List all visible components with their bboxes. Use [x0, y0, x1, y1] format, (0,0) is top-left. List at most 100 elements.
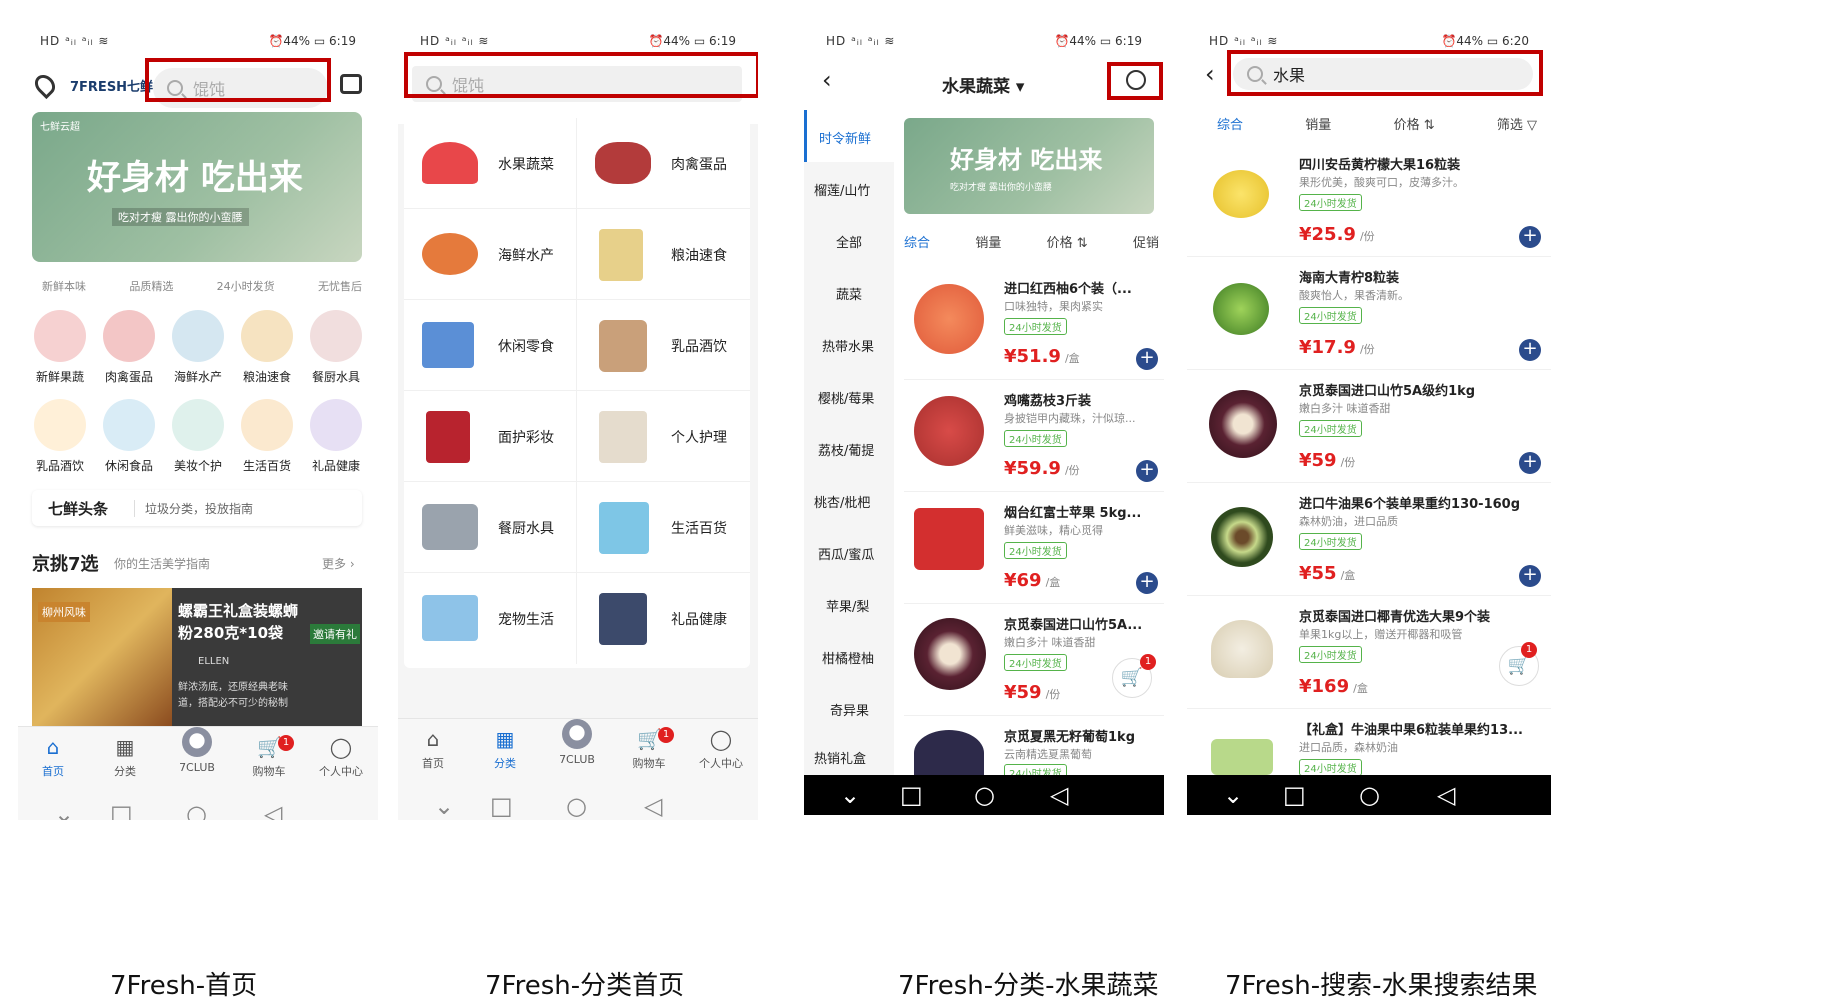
recents-icon[interactable]: □	[490, 792, 513, 820]
back-triangle-icon[interactable]: ◁	[1437, 781, 1455, 809]
category-banner[interactable]: 好身材 吃出来 吃对才瘦 露出你的小蛮腰	[904, 118, 1154, 214]
nav-category[interactable]: ▦ 分类	[90, 735, 160, 779]
nav-category[interactable]: ▦ 分类	[470, 727, 540, 771]
home-circle-icon[interactable]: ○	[186, 800, 207, 820]
nav-me[interactable]: ◯ 个人中心	[306, 735, 376, 779]
product-row[interactable]: 四川安岳黄柠檬大果16粒装 果形优美，酸爽可口，皮薄多汁。 24小时发货 ¥25…	[1187, 144, 1551, 257]
category-cell[interactable]: 休闲零食	[404, 300, 577, 391]
product-row[interactable]: 【礼盒】牛油果中果6粒装单果约13... 进口品质，森林奶油 24小时发货	[1187, 709, 1551, 776]
product-row[interactable]: 鸡嘴荔枝3斤装 身披铠甲内藏珠，汁似琼... 24小时发货 ¥59.9/份 +	[904, 380, 1164, 492]
sidebar-item[interactable]: 西瓜/蜜瓜	[804, 526, 894, 578]
product-row[interactable]: 海南大青柠8粒装 酸爽怡人，果香清新。 24小时发货 ¥17.9/份 +	[1187, 257, 1551, 370]
category-item[interactable]: 新鲜果蔬	[28, 310, 92, 385]
category-cell[interactable]: 个人护理	[577, 391, 750, 482]
product-row[interactable]: 京觅夏黑无籽葡萄1kg 云南精选夏黑葡萄 24小时发货	[904, 716, 1164, 781]
location-icon[interactable]	[30, 70, 60, 100]
category-cell[interactable]: 水果蔬菜	[404, 118, 577, 209]
nav-cart[interactable]: 🛒 购物车 1	[234, 735, 304, 779]
sort-tab[interactable]: 销量	[975, 232, 1001, 251]
back-triangle-icon[interactable]: ◁	[264, 800, 282, 820]
sort-tab-active[interactable]: 综合	[1217, 114, 1243, 133]
page-title[interactable]: 水果蔬菜 ▾	[942, 72, 1024, 97]
category-item[interactable]: 乳品酒饮	[28, 399, 92, 474]
add-to-cart-button[interactable]: +	[1519, 226, 1541, 248]
category-item[interactable]: 礼品健康	[304, 399, 368, 474]
home-circle-icon[interactable]: ○	[566, 792, 587, 820]
category-item[interactable]: 休闲食品	[97, 399, 161, 474]
add-to-cart-button[interactable]: +	[1519, 565, 1541, 587]
back-triangle-icon[interactable]: ◁	[644, 792, 662, 820]
category-item[interactable]: 生活百货	[235, 399, 299, 474]
category-item[interactable]: 海鲜水产	[166, 310, 230, 385]
product-row[interactable]: 烟台红富士苹果 5kg... 鲜美滋味，精心觅得 24小时发货 ¥69/盒 +	[904, 492, 1164, 604]
nav-home[interactable]: ⌂ 首页	[398, 727, 468, 771]
sidebar-item-active[interactable]: 时令新鲜	[804, 110, 894, 162]
add-to-cart-button[interactable]: +	[1519, 339, 1541, 361]
invite-badge[interactable]: 邀请有礼	[310, 624, 360, 644]
scan-icon[interactable]	[340, 74, 362, 94]
add-to-cart-button[interactable]: +	[1136, 460, 1158, 482]
category-cell[interactable]: 海鲜水产	[404, 209, 577, 300]
home-banner[interactable]: 七鲜云超 好身材 吃出来 吃对才瘦 露出你的小蛮腰	[32, 112, 362, 262]
nav-home[interactable]: ⌂ 首页	[18, 735, 88, 779]
sidebar-item[interactable]: 柑橘橙柚	[804, 630, 894, 682]
headline-bar[interactable]: 七鲜头条 垃圾分类，投放指南	[32, 490, 362, 526]
sort-tab[interactable]: 筛选 ▽	[1497, 114, 1537, 133]
back-chevron-icon[interactable]: ⌄	[840, 781, 860, 809]
back-icon[interactable]: ‹	[822, 66, 832, 94]
recents-icon[interactable]: □	[110, 800, 133, 820]
add-to-cart-button[interactable]: +	[1519, 452, 1541, 474]
sort-tab[interactable]: 销量	[1305, 114, 1331, 133]
recents-icon[interactable]: □	[1283, 781, 1306, 809]
sidebar-item[interactable]: 全部	[804, 214, 894, 266]
category-cell[interactable]: 面护彩妆	[404, 391, 577, 482]
product-row[interactable]: 京觅泰国进口山竹5A级约1kg 嫩白多汁 味道香甜 24小时发货 ¥59/份 +	[1187, 370, 1551, 483]
recents-icon[interactable]: □	[900, 781, 923, 809]
back-chevron-icon[interactable]: ⌄	[1223, 781, 1243, 809]
product-row[interactable]: 进口红西柚6个装（... 口味独特，果肉紧实 24小时发货 ¥51.9/盒 +	[904, 268, 1164, 380]
more-link[interactable]: 更多 ›	[322, 555, 355, 572]
category-item[interactable]: 粮油速食	[235, 310, 299, 385]
category-cell[interactable]: 礼品健康	[577, 573, 750, 664]
category-cell[interactable]: 乳品酒饮	[577, 300, 750, 391]
sidebar-item[interactable]: 蔬菜	[804, 266, 894, 318]
product-row[interactable]: 进口牛油果6个装单果重约130-160g 森林奶油，进口品质 24小时发货 ¥5…	[1187, 483, 1551, 596]
nav-me[interactable]: ◯ 个人中心	[686, 727, 756, 771]
sidebar-item[interactable]: 热销礼盒	[804, 734, 894, 776]
back-chevron-icon[interactable]: ⌄	[54, 800, 74, 820]
category-cell[interactable]: 粮油速食	[577, 209, 750, 300]
product-row[interactable]: 京觅泰国进口山竹5A... 嫩白多汁 味道香甜 24小时发货 ¥59/份 🛒 1	[904, 604, 1164, 716]
sidebar-item[interactable]: 苹果/梨	[804, 578, 894, 630]
nav-cart[interactable]: 🛒 购物车 1	[614, 727, 684, 771]
nav-club[interactable]: ● 7CLUB	[162, 727, 232, 774]
promo-card[interactable]: 柳州风味 螺霸王礼盒装螺蛳粉280克*10袋 ELLEN 鲜浓汤底，还原经典老味…	[32, 588, 362, 728]
nav-club[interactable]: ● 7CLUB	[542, 719, 612, 766]
sort-tab[interactable]: 促销	[1133, 232, 1159, 251]
sidebar-item[interactable]: 奇异果	[804, 682, 894, 734]
sidebar-item[interactable]: 樱桃/莓果	[804, 370, 894, 422]
category-cell[interactable]: 肉禽蛋品	[577, 118, 750, 209]
sort-tab-active[interactable]: 综合	[904, 232, 930, 251]
back-icon[interactable]: ‹	[1205, 60, 1215, 88]
back-triangle-icon[interactable]: ◁	[1050, 781, 1068, 809]
sidebar-item[interactable]: 榴莲/山竹	[804, 162, 894, 214]
add-to-cart-button[interactable]: +	[1136, 348, 1158, 370]
sidebar-item[interactable]: 热带水果	[804, 318, 894, 370]
home-circle-icon[interactable]: ○	[1359, 781, 1380, 809]
category-item[interactable]: 肉禽蛋品	[97, 310, 161, 385]
sidebar-item[interactable]: 桃杏/枇杷	[804, 474, 894, 526]
category-sidebar: 时令新鲜 榴莲/山竹 全部 蔬菜 热带水果 樱桃/莓果 荔枝/葡提 桃杏/枇杷 …	[804, 110, 894, 775]
sort-tab[interactable]: 价格 ⇅	[1047, 232, 1088, 251]
category-cell[interactable]: 生活百货	[577, 482, 750, 573]
category-cell[interactable]: 餐厨水具	[404, 482, 577, 573]
category-item[interactable]: 餐厨水具	[304, 310, 368, 385]
sidebar-item[interactable]: 荔枝/葡提	[804, 422, 894, 474]
home-circle-icon[interactable]: ○	[974, 781, 995, 809]
back-chevron-icon[interactable]: ⌄	[434, 792, 454, 820]
add-to-cart-button[interactable]: +	[1136, 572, 1158, 594]
product-price: ¥59.9/份	[1004, 458, 1080, 479]
sort-tab[interactable]: 价格 ⇅	[1394, 114, 1435, 133]
category-item[interactable]: 美妆个护	[166, 399, 230, 474]
category-cell[interactable]: 宠物生活	[404, 573, 577, 664]
product-row[interactable]: 京觅泰国进口椰青优选大果9个装 单果1kg以上，赠送开椰器和吸管 24小时发货 …	[1187, 596, 1551, 709]
